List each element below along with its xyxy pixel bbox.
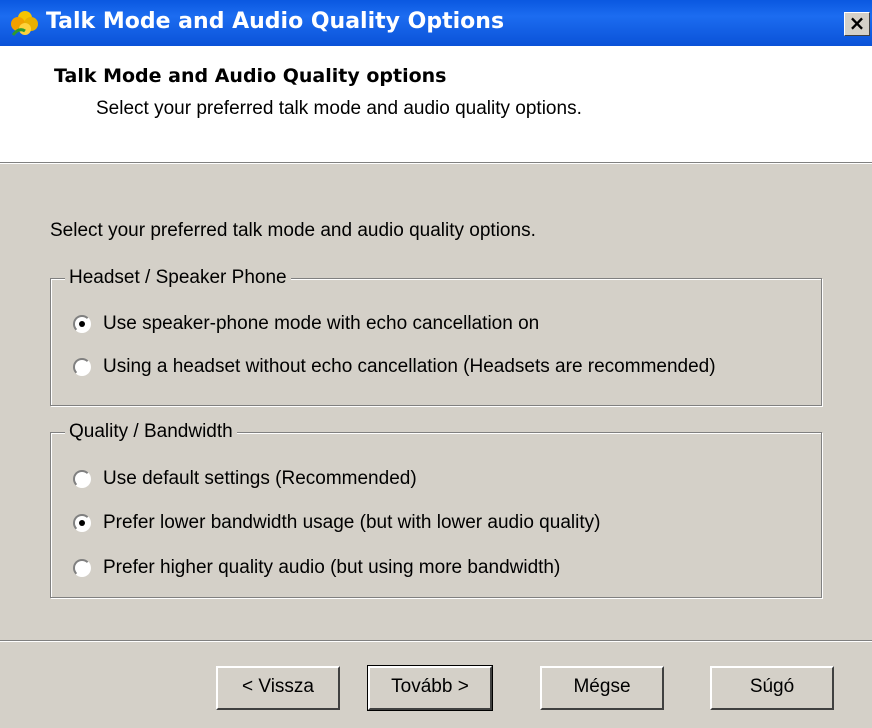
headset-no-echo-radio[interactable] bbox=[73, 358, 91, 376]
button-area-divider bbox=[0, 640, 872, 642]
higher-quality-radio[interactable] bbox=[73, 559, 91, 577]
header-title: Talk Mode and Audio Quality options bbox=[54, 65, 447, 87]
title-bar: Talk Mode and Audio Quality Options × bbox=[0, 0, 872, 46]
quality-bandwidth-group: Quality / Bandwidth Use default settings… bbox=[50, 419, 822, 598]
intro-text: Select your preferred talk mode and audi… bbox=[50, 220, 536, 241]
higher-quality-label: Prefer higher quality audio (but using m… bbox=[103, 557, 561, 578]
higher-quality-option[interactable]: Prefer higher quality audio (but using m… bbox=[73, 556, 560, 580]
cancel-button[interactable]: Mégse bbox=[540, 666, 664, 710]
header-subtitle: Select your preferred talk mode and audi… bbox=[96, 98, 582, 119]
app-flower-icon bbox=[11, 11, 38, 36]
headset-no-echo-label: Using a headset without echo cancellatio… bbox=[103, 356, 716, 377]
help-button[interactable]: Súgó bbox=[710, 666, 834, 710]
speakerphone-echo-radio[interactable] bbox=[73, 315, 91, 333]
default-settings-radio[interactable] bbox=[73, 470, 91, 488]
default-settings-option[interactable]: Use default settings (Recommended) bbox=[73, 467, 417, 491]
headset-speaker-group: Headset / Speaker Phone Use speaker-phon… bbox=[50, 265, 822, 406]
speakerphone-echo-option[interactable]: Use speaker-phone mode with echo cancell… bbox=[73, 312, 539, 336]
lower-bandwidth-label: Prefer lower bandwidth usage (but with l… bbox=[103, 512, 601, 533]
window-title: Talk Mode and Audio Quality Options bbox=[46, 9, 505, 34]
header-divider bbox=[0, 163, 872, 164]
default-settings-label: Use default settings (Recommended) bbox=[103, 468, 417, 489]
lower-bandwidth-radio[interactable] bbox=[73, 514, 91, 532]
headset-no-echo-option[interactable]: Using a headset without echo cancellatio… bbox=[73, 355, 716, 379]
next-button[interactable]: Tovább > bbox=[367, 665, 493, 711]
lower-bandwidth-option[interactable]: Prefer lower bandwidth usage (but with l… bbox=[73, 511, 600, 535]
speakerphone-echo-label: Use speaker-phone mode with echo cancell… bbox=[103, 313, 540, 334]
quality-bandwidth-legend: Quality / Bandwidth bbox=[65, 419, 237, 445]
close-button[interactable]: × bbox=[844, 12, 870, 36]
headset-speaker-legend: Headset / Speaker Phone bbox=[65, 265, 291, 291]
back-button[interactable]: < Vissza bbox=[216, 666, 340, 710]
